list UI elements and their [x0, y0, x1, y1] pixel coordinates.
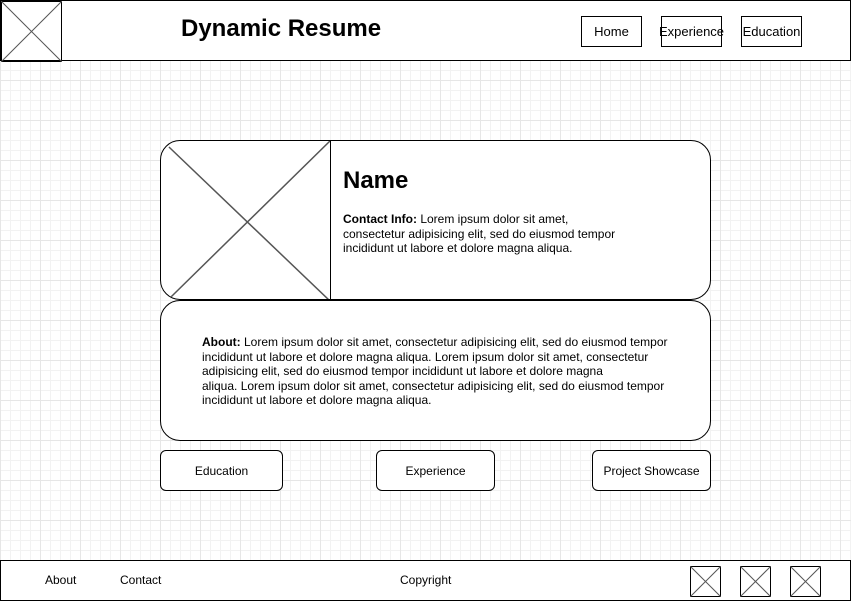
profile-photo-placeholder-icon [161, 141, 331, 299]
contact-info-text: Lorem ipsum dolor sit amet, [417, 212, 569, 226]
education-section-button[interactable]: Education [160, 450, 283, 491]
social-icon-placeholder[interactable] [790, 566, 821, 597]
footer-link-contact[interactable]: Contact [120, 573, 161, 587]
footer-link-about[interactable]: About [45, 573, 76, 587]
contact-info-label: Contact Info: [343, 212, 417, 226]
about-line: incididunt ut labore et dolore magna ali… [202, 349, 649, 364]
contact-info-text: consectetur adipisicing elit, sed do eiu… [343, 226, 616, 241]
about-line: aliqua. Lorem ipsum dolor sit amet, cons… [202, 378, 665, 393]
about-line: incididunt ut labore et dolore magna ali… [202, 393, 432, 408]
profile-card: Name Contact Info: Lorem ipsum dolor sit… [160, 140, 711, 300]
contact-info-text: incididunt ut labore et dolore magna ali… [343, 241, 573, 256]
nav-education-button[interactable]: Education [741, 16, 802, 47]
header-bar: Dynamic Resume Home Experience Education [0, 0, 851, 62]
contact-info: Contact Info: Lorem ipsum dolor sit amet… [343, 212, 643, 256]
page-title: Dynamic Resume [181, 15, 382, 42]
social-icon-placeholder[interactable] [740, 566, 771, 597]
about-card: About: Lorem ipsum dolor sit amet, conse… [160, 300, 711, 441]
footer-copyright: Copyright [400, 573, 452, 587]
nav-experience-button[interactable]: Experience [659, 16, 724, 47]
about-line: adipisicing elit, sed do eiusmod tempor … [202, 364, 603, 379]
logo-placeholder-icon [1, 1, 62, 62]
social-icon-placeholder[interactable] [690, 566, 721, 597]
project-showcase-button[interactable]: Project Showcase [592, 450, 711, 491]
experience-section-button[interactable]: Experience [376, 450, 495, 491]
profile-name: Name [343, 167, 409, 194]
about-line: Lorem ipsum dolor sit amet, consectetur … [240, 335, 668, 349]
nav-home-button[interactable]: Home [581, 16, 642, 47]
about-label: About: [202, 335, 241, 349]
footer-bar: About Contact Copyright [0, 560, 851, 601]
about-text: About: Lorem ipsum dolor sit amet, conse… [202, 335, 672, 408]
